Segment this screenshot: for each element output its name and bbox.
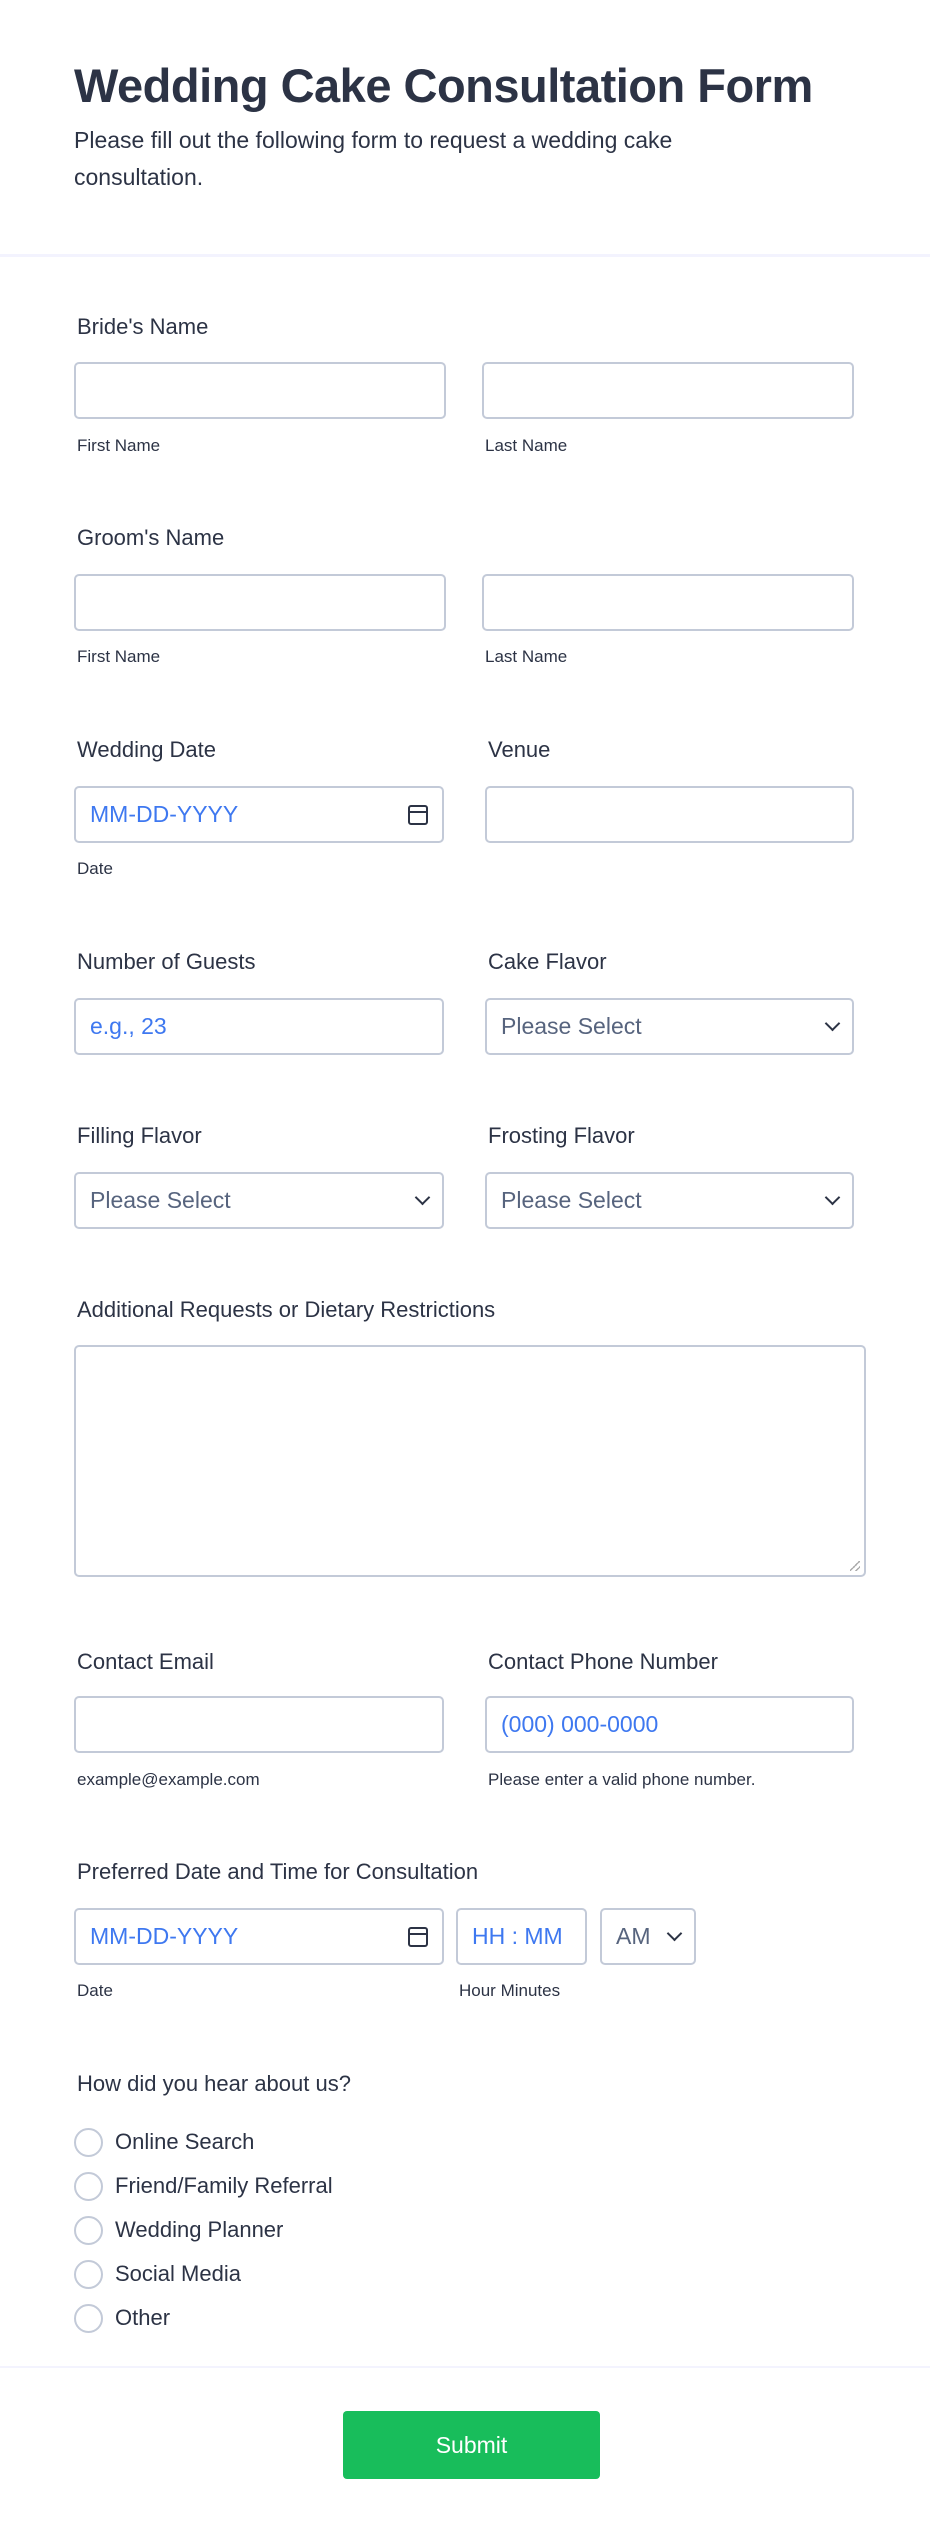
cake-flavor-select[interactable]: Please Select (485, 998, 854, 1055)
consultation-label: Preferred Date and Time for Consultation (77, 1859, 479, 1884)
groom-first-name-sublabel: First Name (77, 647, 161, 666)
radio-button[interactable] (74, 2303, 103, 2333)
ampm-select[interactable]: AM (600, 1908, 696, 1965)
footer-divider (0, 2366, 930, 2368)
radio-option-social-media[interactable]: Social Media (74, 2252, 333, 2296)
radio-button[interactable] (74, 2215, 103, 2245)
wedding-date-sublabel: Date (77, 859, 113, 878)
frosting-flavor-select[interactable]: Please Select (485, 1172, 854, 1229)
filling-flavor-label: Filling Flavor (77, 1123, 202, 1148)
filling-flavor-value: Please Select (90, 1187, 231, 1213)
chevron-down-icon (666, 1925, 683, 1942)
submit-button[interactable]: Submit (343, 2411, 600, 2479)
calendar-icon[interactable] (408, 1926, 428, 1947)
form-title: Wedding Cake Consultation Form (74, 59, 813, 112)
cake-flavor-value: Please Select (501, 1013, 642, 1039)
header-divider (0, 254, 930, 257)
radio-option-wedding-planner[interactable]: Wedding Planner (74, 2208, 333, 2252)
ampm-value: AM (616, 1923, 651, 1949)
referral-radio-group: Online Search Friend/Family Referral Wed… (74, 2120, 333, 2340)
email-label: Contact Email (77, 1649, 214, 1674)
chevron-down-icon (824, 1015, 841, 1032)
groom-last-name-sublabel: Last Name (485, 647, 568, 666)
filling-flavor-select[interactable]: Please Select (74, 1172, 444, 1229)
bride-last-name-sublabel: Last Name (485, 436, 568, 455)
email-sublabel: example@example.com (77, 1770, 260, 1789)
guests-placeholder: e.g., 23 (90, 1013, 167, 1039)
consultation-date-sublabel: Date (77, 1981, 113, 2000)
consultation-date-input[interactable]: MM-DD-YYYY (74, 1908, 444, 1965)
groom-last-name-input[interactable] (482, 574, 854, 631)
radio-option-friend-family[interactable]: Friend/Family Referral (74, 2164, 333, 2208)
consultation-date-placeholder: MM-DD-YYYY (90, 1923, 239, 1949)
bride-first-name-input[interactable] (74, 362, 446, 419)
wedding-date-placeholder: MM-DD-YYYY (90, 801, 239, 827)
frosting-flavor-label: Frosting Flavor (488, 1123, 635, 1148)
radio-label: Social Media (115, 2261, 241, 2286)
phone-label: Contact Phone Number (488, 1649, 718, 1674)
additional-requests-textarea[interactable] (74, 1345, 866, 1577)
bride-first-name-sublabel: First Name (77, 436, 161, 455)
radio-button[interactable] (74, 2127, 103, 2157)
brides-name-label: Bride's Name (77, 314, 209, 339)
guests-label: Number of Guests (77, 949, 256, 974)
radio-label: Online Search (115, 2129, 255, 2154)
guests-input[interactable]: e.g., 23 (74, 998, 444, 1055)
phone-sublabel: Please enter a valid phone number. (488, 1770, 756, 1789)
consultation-time-sublabel: Hour Minutes (459, 1981, 561, 2000)
wedding-date-label: Wedding Date (77, 737, 217, 762)
venue-input[interactable] (485, 786, 854, 843)
calendar-icon[interactable] (408, 804, 428, 825)
bride-last-name-input[interactable] (482, 362, 854, 419)
grooms-name-label: Groom's Name (77, 525, 225, 550)
phone-placeholder: (000) 000-0000 (501, 1711, 659, 1737)
form-description: Please fill out the following form to re… (74, 127, 673, 190)
phone-input[interactable]: (000) 000-0000 (485, 1696, 854, 1753)
radio-option-other[interactable]: Other (74, 2296, 333, 2340)
referral-label: How did you hear about us? (77, 2071, 351, 2096)
radio-button[interactable] (74, 2171, 103, 2201)
additional-requests-label: Additional Requests or Dietary Restricti… (77, 1297, 496, 1322)
radio-label: Other (115, 2305, 171, 2330)
cake-flavor-label: Cake Flavor (488, 949, 607, 974)
radio-label: Wedding Planner (115, 2217, 284, 2242)
radio-label: Friend/Family Referral (115, 2173, 333, 2198)
groom-first-name-input[interactable] (74, 574, 446, 631)
chevron-down-icon (414, 1189, 431, 1206)
frosting-flavor-value: Please Select (501, 1187, 642, 1213)
chevron-down-icon (824, 1189, 841, 1206)
radio-option-online-search[interactable]: Online Search (74, 2120, 333, 2164)
radio-button[interactable] (74, 2259, 103, 2289)
email-input[interactable] (74, 1696, 444, 1753)
resize-handle-icon[interactable] (850, 1561, 860, 1571)
wedding-date-input[interactable]: MM-DD-YYYY (74, 786, 444, 843)
consultation-time-placeholder: HH : MM (472, 1923, 563, 1949)
venue-label: Venue (488, 737, 551, 762)
consultation-time-input[interactable]: HH : MM (456, 1908, 587, 1965)
